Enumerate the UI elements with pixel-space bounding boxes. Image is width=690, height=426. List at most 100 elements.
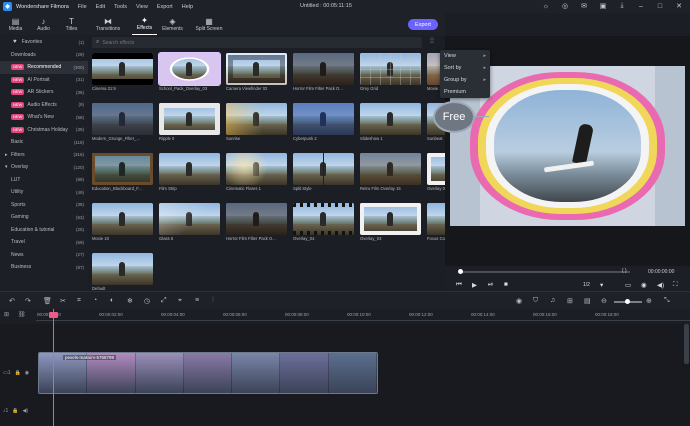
freeze-icon[interactable]: ❄ (127, 297, 133, 305)
close-icon[interactable]: ✕ (674, 1, 684, 11)
effect-card[interactable]: Grey Grid (360, 53, 421, 93)
effect-thumbnail[interactable] (92, 153, 153, 185)
effect-thumbnail[interactable] (293, 103, 354, 135)
menu-item-view[interactable]: View ▸ (440, 50, 490, 62)
playback-progress-track[interactable] (460, 271, 630, 273)
undo-icon[interactable]: ↶ (9, 297, 15, 305)
effect-card[interactable]: Education_Blackboard_F... (92, 153, 153, 193)
video-clip[interactable]: pexels-maksim-5768799 (38, 352, 378, 394)
speed-icon[interactable]: ◔ (93, 297, 97, 304)
fit-icon[interactable]: ⤢ (161, 297, 167, 305)
effect-card[interactable]: Film Strip (159, 153, 220, 193)
render-icon[interactable]: ◉ (516, 297, 522, 305)
tab-audio[interactable]: ♪ Audio (31, 13, 56, 35)
category-item[interactable]: NEW AI Portrait (31) (0, 74, 88, 87)
effect-thumbnail[interactable] (158, 52, 221, 86)
fullscreen-icon[interactable]: ⛶ (673, 281, 678, 289)
category-item[interactable]: ▾ Overlay (120) (0, 161, 88, 174)
effect-card[interactable]: Default (92, 253, 153, 293)
bulb-icon[interactable]: ☼ (541, 1, 551, 11)
category-item[interactable]: NEW Audio Effects (9) (0, 99, 88, 112)
effect-card[interactable]: Cyberpunk 2 (293, 103, 354, 143)
effect-card[interactable]: School_Pack_Overlay_03 (158, 52, 221, 93)
category-item[interactable]: Business (87) (0, 261, 88, 274)
account-icon[interactable]: ◎ (560, 1, 570, 11)
effect-card[interactable]: Modern_Grunge_Filter_... (92, 103, 153, 143)
effect-card[interactable]: Overlay_03 (360, 203, 421, 243)
playhead-handle[interactable] (49, 312, 58, 318)
effect-card[interactable]: Horror Film Filter Pack O... (226, 203, 287, 243)
zoom-out-icon[interactable]: ⊖ (601, 297, 607, 305)
color-icon[interactable]: ◐ (110, 297, 114, 304)
stabilize-icon[interactable]: ⌖ (178, 297, 182, 305)
grid-view-icon[interactable]: ⁞⁞ (430, 38, 434, 45)
category-item[interactable]: Travel (69) (0, 236, 88, 249)
save-icon[interactable]: ▣ (598, 1, 608, 11)
category-item[interactable]: NEW Recommended (300) (0, 61, 88, 74)
menu-file[interactable]: File (78, 4, 87, 10)
tab-split-screen[interactable]: ▦ Split Screen (188, 13, 230, 35)
link-icon[interactable]: ⛓ (18, 311, 26, 318)
delete-icon[interactable]: 🗑 (43, 297, 52, 305)
effect-card[interactable]: Camera Viewfinder 02 (226, 53, 287, 93)
timeline-zoom-knob[interactable] (625, 299, 631, 304)
category-item[interactable]: LUT (99) (0, 174, 88, 187)
effect-card[interactable]: Overlay_04 (293, 203, 354, 243)
mark-bracket-icon[interactable]: { } (622, 268, 627, 274)
effect-thumbnail[interactable] (226, 53, 287, 85)
effect-card[interactable]: Retro Film Overlay 15 (360, 153, 421, 193)
download-icon[interactable]: ⤓ (617, 1, 627, 11)
play-icon[interactable]: ▶ (472, 281, 477, 289)
previous-frame-icon[interactable]: ⏮ (456, 281, 462, 289)
menu-view[interactable]: View (136, 4, 148, 10)
effect-card[interactable]: Cinematic Flares 1 (226, 153, 287, 193)
category-item[interactable]: News (27) (0, 249, 88, 262)
add-track-icon[interactable]: ⊞ (4, 311, 9, 318)
effect-card[interactable]: Sunrise (226, 103, 287, 143)
free-option[interactable]: Free (433, 101, 475, 133)
category-item[interactable]: ▸ Filters (316) (0, 149, 88, 162)
mic-icon[interactable]: ♫ (550, 297, 555, 304)
timer-icon[interactable]: ◷ (144, 297, 150, 305)
maximize-icon[interactable]: □ (655, 1, 665, 11)
category-item[interactable]: Sports (38) (0, 199, 88, 212)
effect-thumbnail[interactable] (92, 203, 153, 235)
menu-edit[interactable]: Edit (96, 4, 105, 10)
effect-thumbnail[interactable] (293, 153, 354, 185)
crop-icon[interactable]: ⌗ (77, 297, 81, 305)
effect-thumbnail[interactable] (92, 53, 153, 85)
effect-card[interactable]: Cinema 21:9 (92, 53, 153, 93)
category-item[interactable]: Education & tutorial (25) (0, 224, 88, 237)
mail-icon[interactable]: ✉ (579, 1, 589, 11)
category-item[interactable]: NEW AR Stickers (36) (0, 86, 88, 99)
category-item[interactable]: Downloads (29) (0, 49, 88, 62)
volume-icon[interactable]: ◀) (657, 281, 664, 289)
menu-tools[interactable]: Tools (114, 4, 127, 10)
category-item[interactable]: NEW Christmas Holiday (39) (0, 124, 88, 137)
minimize-icon[interactable]: – (636, 1, 646, 11)
tab-titles[interactable]: T Titles (59, 13, 84, 35)
menu-help[interactable]: Help (182, 4, 193, 10)
category-item[interactable]: Utility (49) (0, 186, 88, 199)
play-pause-icon[interactable]: ⏯ (488, 281, 493, 289)
effect-thumbnail[interactable] (360, 153, 421, 185)
effect-card[interactable]: Ripple 0 (159, 103, 220, 143)
effect-card[interactable]: Horror Film Filter Pack O... (293, 53, 354, 93)
category-item[interactable]: NEW What's New (58) (0, 111, 88, 124)
effect-thumbnail[interactable] (226, 153, 287, 185)
category-item[interactable]: Gaming (53) (0, 211, 88, 224)
effect-thumbnail[interactable] (293, 53, 354, 85)
menu-item-premium[interactable]: Premium (440, 86, 490, 98)
category-item[interactable]: ♥ Favorites (1) (0, 36, 88, 49)
effect-thumbnail[interactable] (293, 203, 354, 235)
render-preview-icon[interactable]: ▭ (625, 281, 631, 289)
search-input[interactable] (102, 39, 403, 46)
playhead[interactable] (53, 309, 55, 426)
snapshot-icon[interactable]: ◉ (641, 281, 647, 289)
effect-thumbnail[interactable] (360, 203, 421, 235)
category-item[interactable]: Basic (118) (0, 136, 88, 149)
fit-timeline-icon[interactable]: ⤡ (664, 297, 670, 305)
effect-thumbnail[interactable] (92, 253, 153, 285)
effect-card[interactable]: Glass 5 (159, 203, 220, 243)
tab-elements[interactable]: ◈ Elements (160, 13, 185, 35)
